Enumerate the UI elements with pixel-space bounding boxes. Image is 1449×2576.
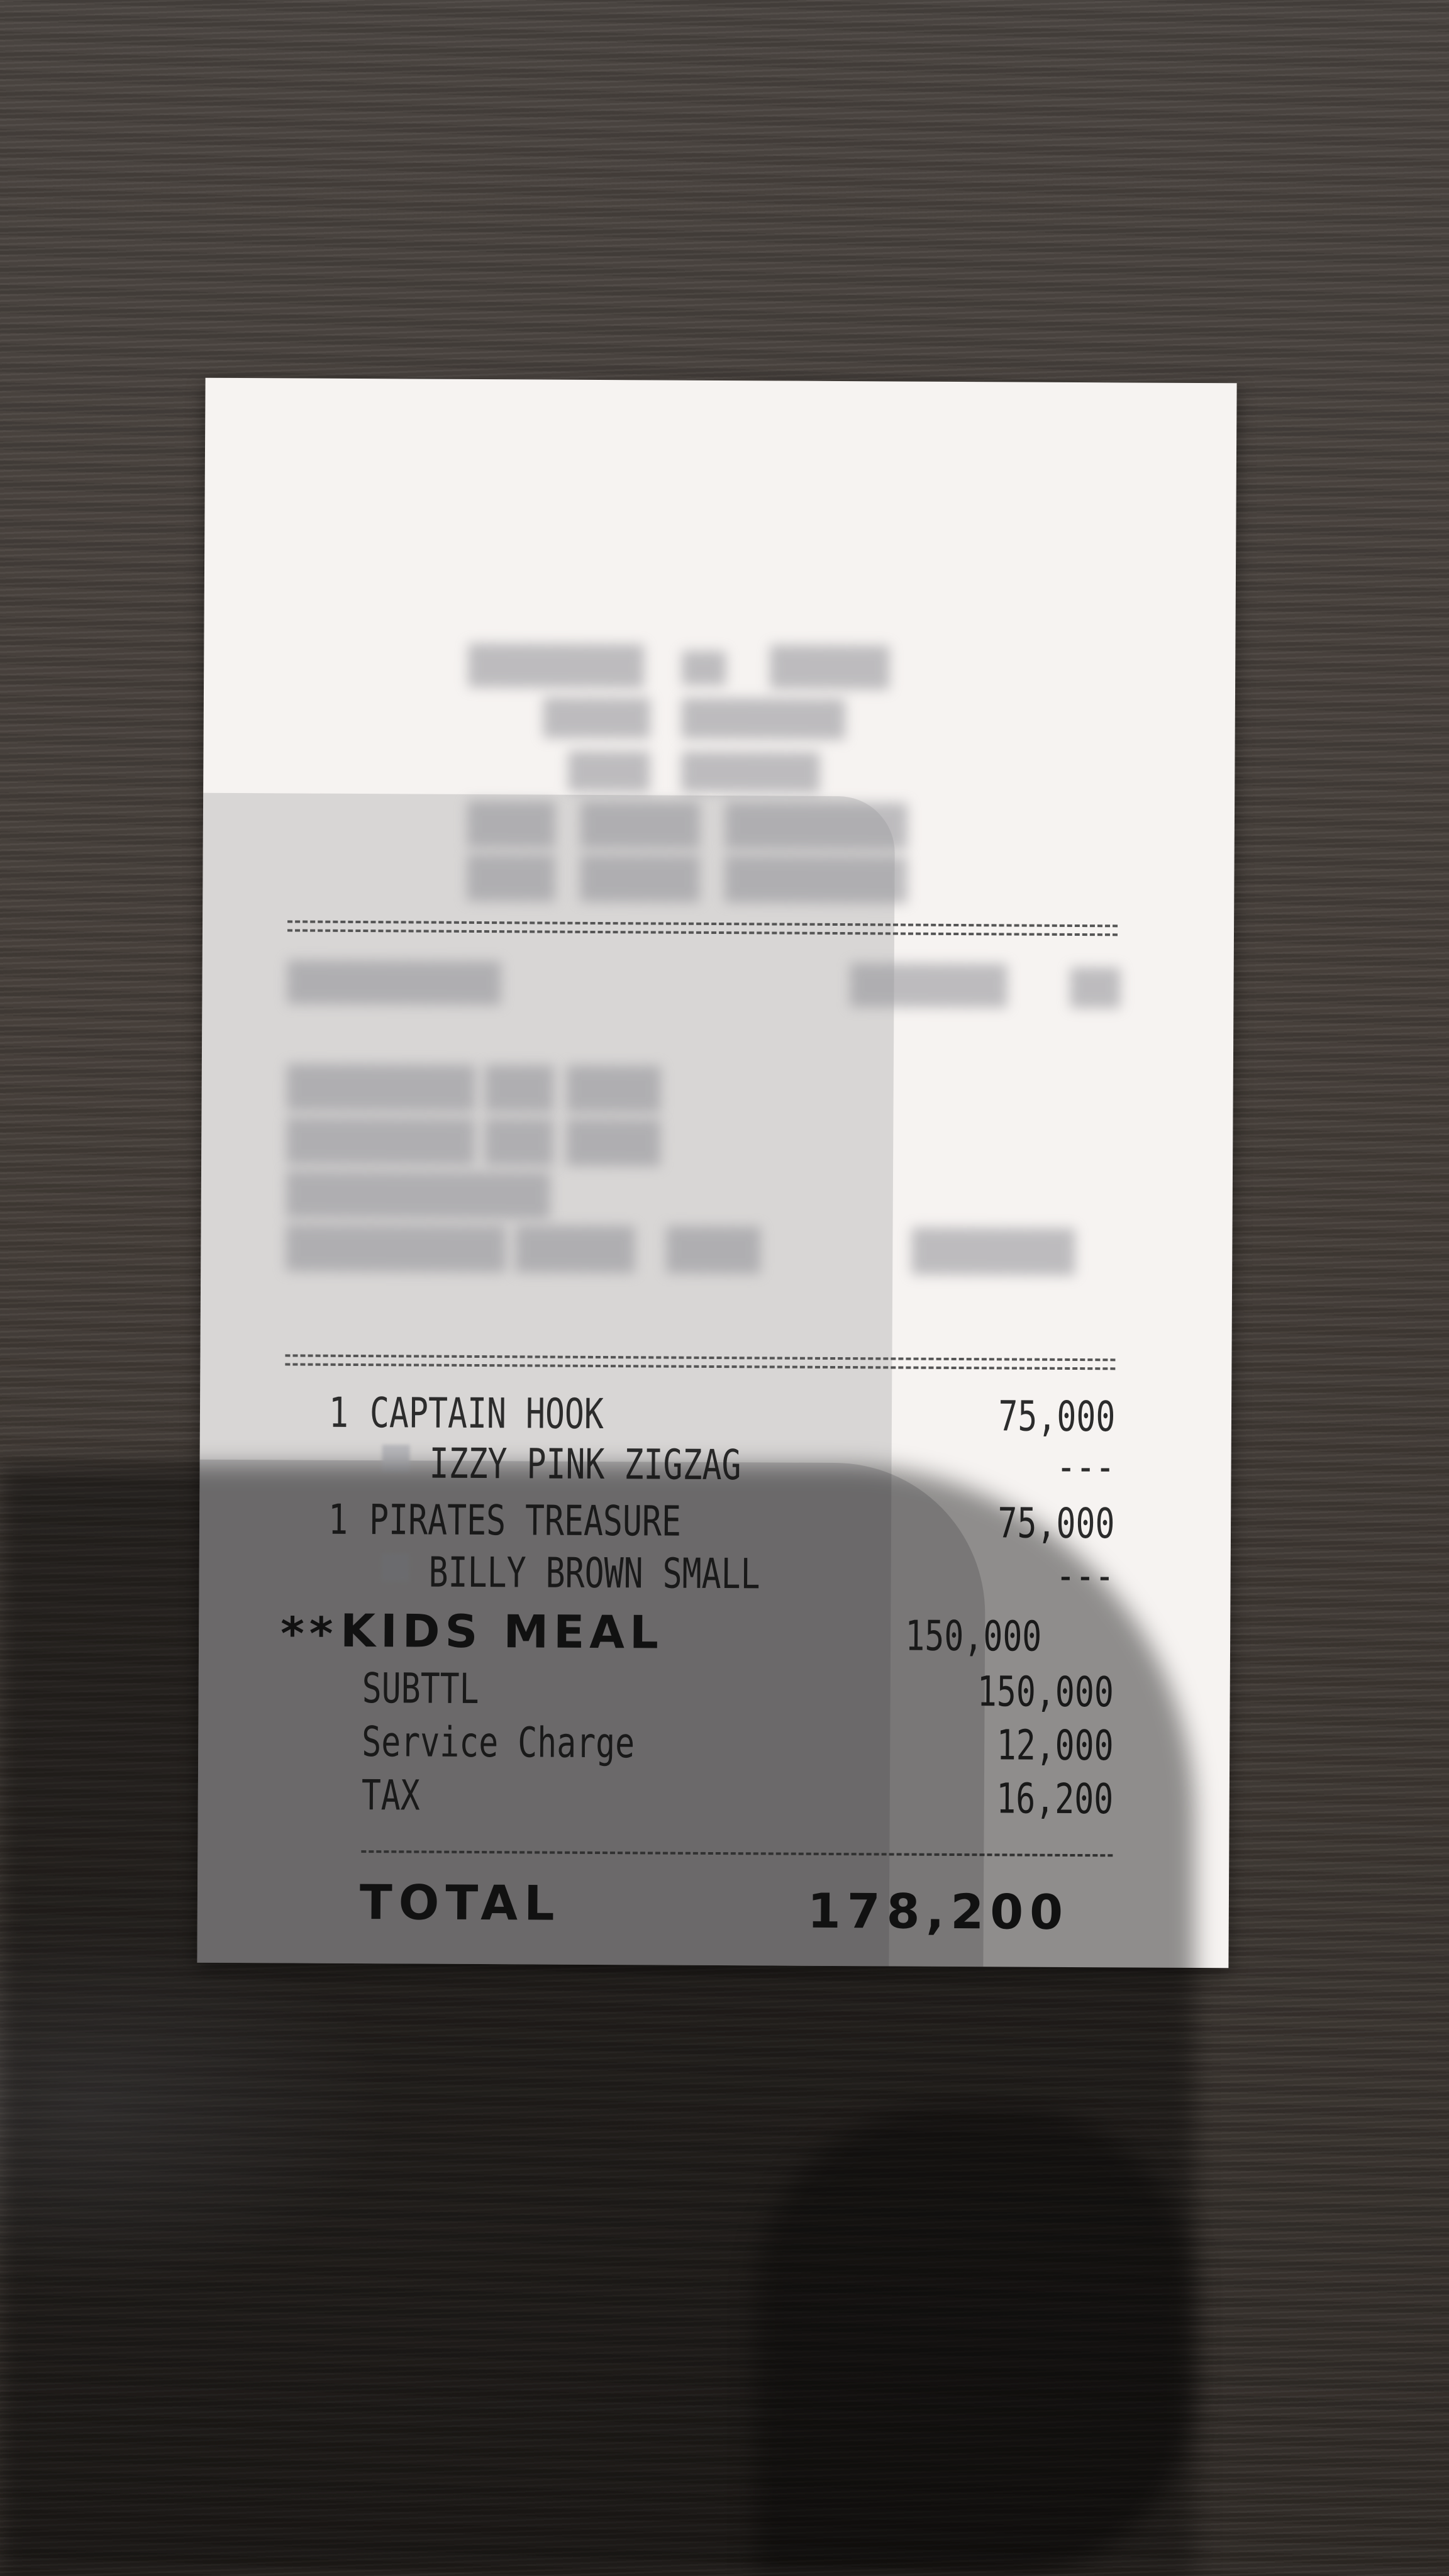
redacted-header <box>206 378 1237 904</box>
modifier-price: --- <box>1056 1442 1115 1492</box>
item-price: 75,000 <box>997 1392 1116 1441</box>
subtotal-row: SUBTTL 150,000 <box>206 378 1237 1716</box>
double-divider-items <box>285 1354 1116 1370</box>
item-modifier: BILLY BROWN SMALL --- <box>206 378 1237 1600</box>
redacted-order-info <box>206 378 1237 1275</box>
item-qty: 1 <box>328 1388 349 1437</box>
hand-shadow-lower <box>755 2107 1195 2576</box>
item-name: CAPTAIN HOOK <box>369 1389 604 1439</box>
line-item: 1 CAPTAIN HOOK 75,000 <box>206 378 1237 1441</box>
service-charge-row: Service Charge 12,000 <box>206 378 1237 1770</box>
line-item: 1 PIRATES TREASURE 75,000 <box>206 378 1237 1548</box>
item-modifier: IZZY PINK ZIGZAG --- <box>206 378 1237 1491</box>
total-row: TOTAL 178,200 <box>206 378 1237 1940</box>
tax-row: TAX 16,200 <box>206 378 1237 1823</box>
double-divider-top <box>287 920 1118 936</box>
group-line: ** KIDS MEAL 150,000 <box>206 378 1237 1661</box>
